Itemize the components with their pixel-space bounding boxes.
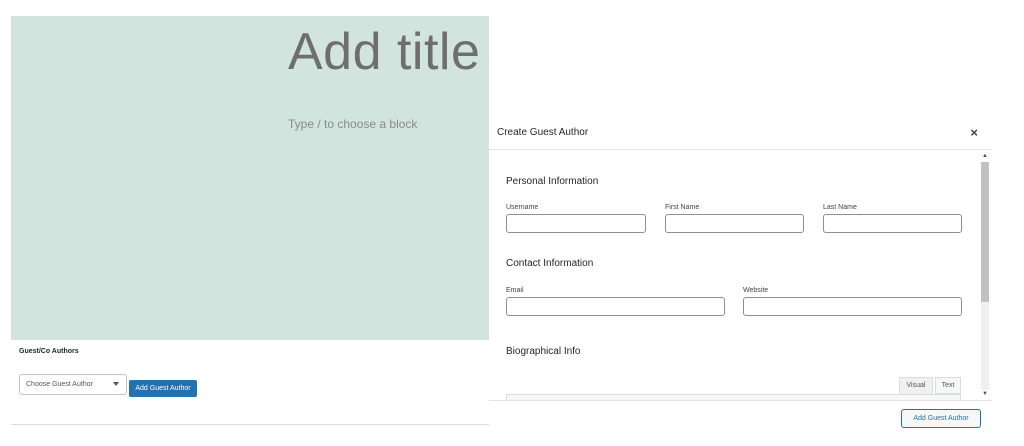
- contact-info-heading: Contact Information: [506, 258, 594, 269]
- modal-scrollbar[interactable]: ▲ ▼: [981, 153, 989, 398]
- scrollbar-thumb[interactable]: [981, 162, 989, 302]
- close-icon[interactable]: ×: [970, 125, 978, 140]
- guest-author-select[interactable]: Choose Guest Author: [19, 374, 127, 395]
- guest-authors-heading: Guest/Co Authors: [19, 348, 79, 355]
- modal-title: Create Guest Author: [497, 127, 589, 138]
- first-name-field[interactable]: [665, 214, 804, 233]
- scroll-down-icon[interactable]: ▼: [981, 391, 989, 397]
- tab-visual[interactable]: Visual: [899, 377, 933, 394]
- first-name-label: First Name: [665, 204, 700, 211]
- tab-text[interactable]: Text: [935, 377, 961, 394]
- modal-add-guest-author-button[interactable]: Add Guest Author: [901, 409, 981, 428]
- scroll-up-icon[interactable]: ▲: [981, 153, 989, 159]
- biographical-info-heading: Biographical Info: [506, 346, 581, 357]
- block-placeholder[interactable]: Type / to choose a block: [288, 117, 417, 131]
- last-name-label: Last Name: [823, 204, 857, 211]
- last-name-field[interactable]: [823, 214, 962, 233]
- divider: [11, 424, 489, 425]
- website-label: Website: [743, 287, 769, 294]
- email-label: Email: [506, 287, 524, 294]
- post-title-placeholder[interactable]: Add title: [288, 22, 480, 82]
- modal-body: Personal Information Username First Name…: [489, 150, 992, 400]
- create-guest-author-modal: Create Guest Author × Personal Informati…: [489, 118, 992, 438]
- modal-footer: Add Guest Author: [489, 400, 992, 439]
- personal-info-heading: Personal Information: [506, 176, 599, 187]
- guest-author-select-placeholder: Choose Guest Author: [26, 381, 93, 388]
- username-field[interactable]: [506, 214, 646, 233]
- website-field[interactable]: [743, 297, 962, 316]
- add-guest-author-button[interactable]: Add Guest Author: [129, 380, 197, 397]
- modal-header: Create Guest Author ×: [489, 118, 992, 150]
- editor-canvas[interactable]: Add title Type / to choose a block: [11, 16, 489, 340]
- email-field[interactable]: [506, 297, 725, 316]
- username-label: Username: [506, 204, 539, 211]
- chevron-down-icon: [113, 382, 119, 386]
